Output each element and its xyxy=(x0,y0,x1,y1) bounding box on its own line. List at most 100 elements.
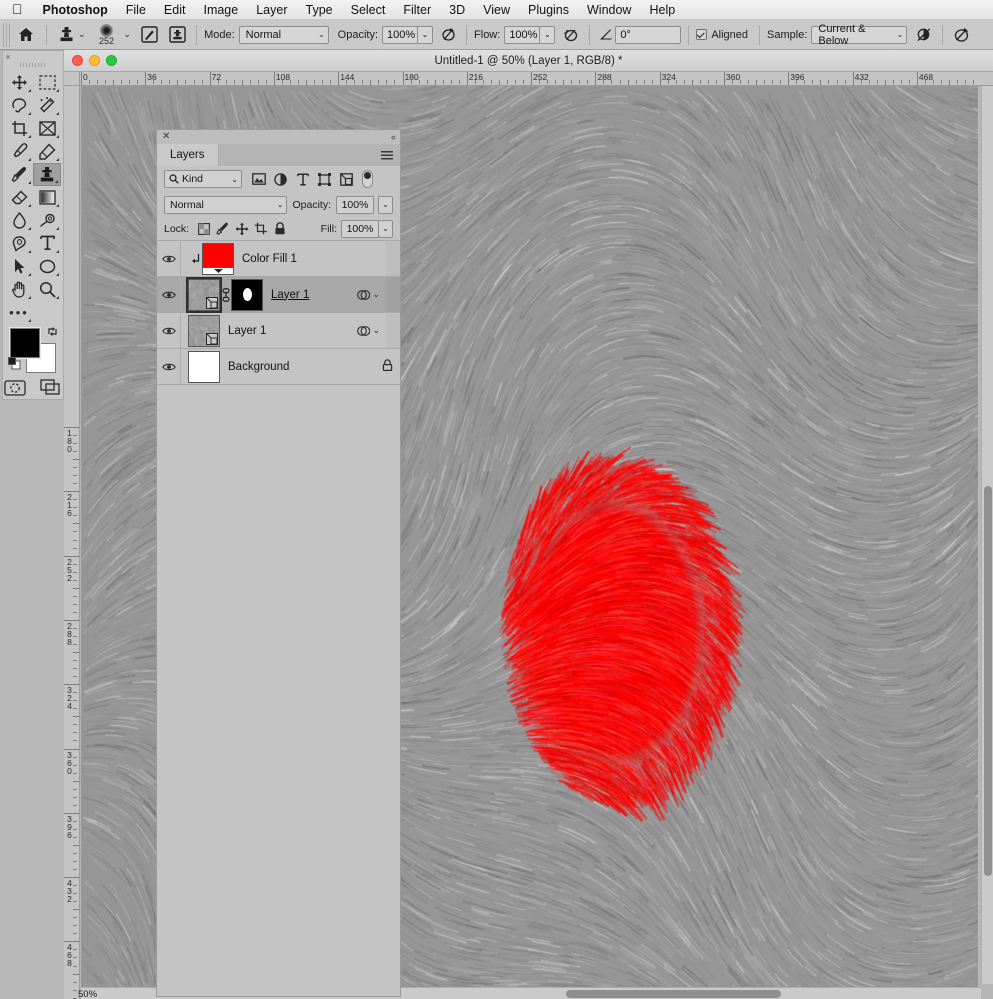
layer-thumbnail[interactable] xyxy=(188,315,220,347)
horizontal-ruler[interactable]: 0 36 72 108 144 180 216 252 288 324 360 396 432 468 xyxy=(64,72,993,86)
sample-select[interactable]: Current & Below ⌄ xyxy=(811,26,907,44)
layer-visibility-toggle[interactable] xyxy=(157,241,181,276)
swap-colors-icon[interactable] xyxy=(47,326,58,340)
lock-transparent-pixels-icon[interactable] xyxy=(194,220,213,238)
close-icon[interactable]: ✕ xyxy=(162,132,170,142)
layer-thumbnail[interactable] xyxy=(188,279,220,311)
smart-filters-icon[interactable] xyxy=(357,325,368,336)
brush-tool[interactable] xyxy=(5,163,33,186)
tool-preset-chevron-icon[interactable]: ⌄ xyxy=(78,29,86,40)
filter-shape-layers-icon[interactable] xyxy=(315,170,334,189)
dodge-tool[interactable] xyxy=(33,209,61,232)
gradient-tool[interactable] xyxy=(33,186,61,209)
menu-item-plugins[interactable]: Plugins xyxy=(519,0,578,20)
layer-visibility-toggle[interactable] xyxy=(157,313,181,348)
menu-item-layer[interactable]: Layer xyxy=(247,0,296,20)
menu-item-file[interactable]: File xyxy=(117,0,155,20)
table-row[interactable]: Color Fill 1 xyxy=(157,241,400,277)
menu-item-view[interactable]: View xyxy=(474,0,519,20)
table-row[interactable]: Background xyxy=(157,349,400,385)
document-title-bar[interactable]: Untitled-1 @ 50% (Layer 1, RGB/8) * xyxy=(64,50,993,72)
layers-panel-topbar[interactable]: ✕ « xyxy=(157,130,400,144)
type-tool[interactable] xyxy=(33,232,61,255)
menu-item-image[interactable]: Image xyxy=(194,0,247,20)
magic-wand-tool[interactable] xyxy=(33,94,61,117)
quick-mask-icon[interactable] xyxy=(4,380,26,399)
menu-item-help[interactable]: Help xyxy=(640,0,684,20)
layer-visibility-toggle[interactable] xyxy=(157,349,181,384)
ellipse-tool[interactable] xyxy=(33,255,61,278)
tablet-pressure-size-icon[interactable] xyxy=(950,24,972,46)
layer-blend-mode-select[interactable]: Normal ⌄ xyxy=(164,196,287,214)
zoom-status[interactable]: 50% xyxy=(78,989,97,999)
layer-thumbnail[interactable] xyxy=(202,243,234,275)
menu-item-type[interactable]: Type xyxy=(297,0,342,20)
rectangular-marquee-tool[interactable] xyxy=(33,71,61,94)
layer-opacity-stepper[interactable]: ⌄ xyxy=(378,196,393,214)
link-mask-icon[interactable] xyxy=(220,288,231,302)
zoom-tool[interactable] xyxy=(33,278,61,301)
blend-mode-select[interactable]: Normal ⌄ xyxy=(239,26,329,44)
lock-artboard-nesting-icon[interactable] xyxy=(251,220,270,238)
layer-name[interactable]: Layer 1 xyxy=(228,325,266,337)
vertical-scrollbar-thumb[interactable] xyxy=(984,486,992,876)
brush-size-preview[interactable]: 252 xyxy=(92,24,122,46)
flow-input[interactable]: 100% xyxy=(504,26,540,44)
airbrush-icon[interactable] xyxy=(560,24,582,46)
collapse-to-icons-icon[interactable]: « xyxy=(391,132,395,142)
table-row[interactable]: Layer 1 ⌄ xyxy=(157,277,400,313)
menu-item-photoshop[interactable]: Photoshop xyxy=(34,0,117,20)
eyedropper-tool[interactable] xyxy=(5,140,33,163)
blur-tool[interactable] xyxy=(5,209,33,232)
vertical-ruler[interactable]: 180 216 252 288 324 360 396 432 468 xyxy=(64,86,80,999)
path-selection-tool[interactable] xyxy=(5,255,33,278)
brush-panel-icon[interactable] xyxy=(137,24,161,46)
expand-layer-chevron-icon[interactable]: ⌄ xyxy=(372,289,380,300)
flow-stepper[interactable]: ⌄ xyxy=(539,26,555,44)
layer-visibility-toggle[interactable] xyxy=(157,277,181,312)
opacity-stepper[interactable]: ⌄ xyxy=(417,26,433,44)
lock-position-icon[interactable] xyxy=(232,220,251,238)
apple-icon[interactable]:  xyxy=(8,2,34,18)
menu-item-edit[interactable]: Edit xyxy=(155,0,195,20)
tab-layers[interactable]: Layers xyxy=(157,144,219,166)
eraser-tool[interactable] xyxy=(5,186,33,209)
pen-tool[interactable] xyxy=(5,232,33,255)
angle-input[interactable]: 0° xyxy=(615,26,681,44)
filter-pixel-layers-icon[interactable] xyxy=(249,170,268,189)
layer-thumbnails[interactable] xyxy=(181,351,220,383)
foreground-color-swatch[interactable] xyxy=(10,328,40,358)
layer-fill-input[interactable]: 100% xyxy=(341,220,379,238)
toolbar-collapse-icon[interactable]: « xyxy=(3,51,63,61)
filter-type-layers-icon[interactable] xyxy=(293,170,312,189)
hand-tool[interactable] xyxy=(5,278,33,301)
menu-item-filter[interactable]: Filter xyxy=(394,0,440,20)
expand-layer-chevron-icon[interactable]: ⌄ xyxy=(372,325,380,336)
layer-thumbnails[interactable] xyxy=(181,243,234,275)
filter-adjustment-layers-icon[interactable] xyxy=(271,170,290,189)
ruler-corner[interactable] xyxy=(64,72,80,86)
layer-mask-thumbnail[interactable] xyxy=(231,279,263,311)
layer-thumbnails[interactable] xyxy=(181,279,263,311)
filter-smart-object-layers-icon[interactable] xyxy=(337,170,356,189)
layer-thumbnails[interactable] xyxy=(181,315,220,347)
horizontal-scrollbar-thumb[interactable] xyxy=(566,990,781,998)
brush-preset-chevron-icon[interactable]: ⌄ xyxy=(124,29,132,40)
ignore-adjustment-layers-icon[interactable] xyxy=(913,24,935,46)
vertical-scrollbar[interactable] xyxy=(981,86,993,984)
default-colors-icon[interactable] xyxy=(8,357,21,373)
pressure-opacity-icon[interactable] xyxy=(437,24,459,46)
options-bar-grip[interactable] xyxy=(3,23,10,47)
clone-stamp-icon[interactable] xyxy=(54,24,78,46)
opacity-input[interactable]: 100% xyxy=(382,26,418,44)
lock-all-icon[interactable] xyxy=(270,220,289,238)
clone-source-panel-icon[interactable] xyxy=(165,24,189,46)
home-icon[interactable] xyxy=(13,24,39,46)
filter-kind-select[interactable]: Kind ⌄ xyxy=(164,170,242,188)
layer-name[interactable]: Background xyxy=(228,361,289,373)
lock-image-pixels-icon[interactable] xyxy=(213,220,232,238)
edit-toolbar-tool[interactable]: ••• xyxy=(5,301,33,324)
lasso-tool[interactable] xyxy=(5,94,33,117)
move-tool[interactable] xyxy=(5,71,33,94)
panel-menu-icon[interactable] xyxy=(374,144,400,166)
